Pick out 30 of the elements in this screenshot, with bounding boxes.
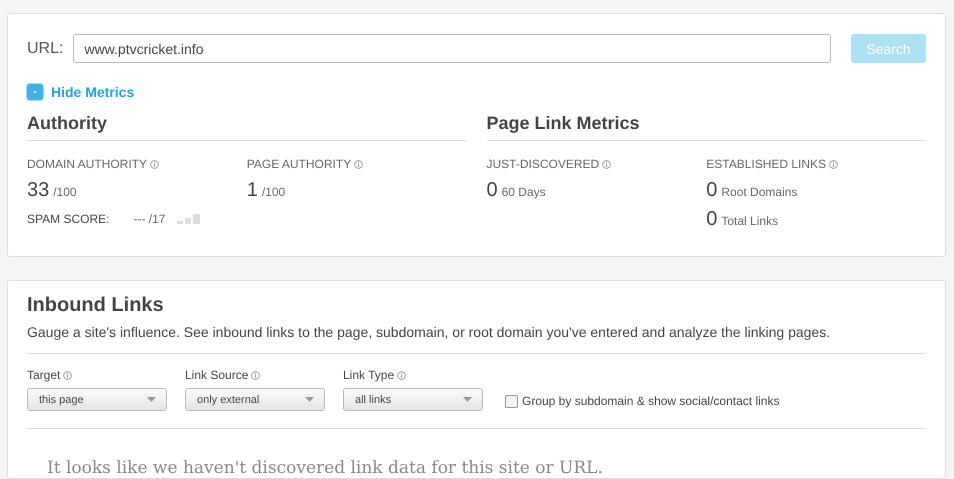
filter-label: Link Type xyxy=(343,368,394,382)
filter-dropdown[interactable]: only external xyxy=(185,388,325,411)
filter-label: Target xyxy=(27,368,60,382)
spam-score-label: SPAM SCORE: xyxy=(27,212,110,226)
section-heading: Authority xyxy=(27,113,466,141)
metric-value: 0 xyxy=(706,208,718,231)
metric-label: ESTABLISHED LINKS xyxy=(706,157,826,171)
metric-value: 0 xyxy=(486,179,498,202)
metric-unit: /100 xyxy=(53,185,77,199)
filter-dropdown[interactable]: this page xyxy=(27,388,167,411)
metric-value: 33 xyxy=(27,179,50,202)
metric-unit: /100 xyxy=(262,185,286,199)
metric-label: JUST-DISCOVERED xyxy=(486,157,600,171)
metric-unit: Root Domains xyxy=(721,185,798,199)
url-field[interactable]: www.ptvcricket.info xyxy=(73,34,831,63)
metric-label: PAGE AUTHORITY xyxy=(246,157,352,171)
metric-label: DOMAIN AUTHORITY xyxy=(27,157,148,171)
section-heading: Page Link Metrics xyxy=(486,113,926,141)
description-text: Gauge a site's influence. See inbound links to the page, subdomain, or root domain you've entered and analyze the linking pages. xyxy=(27,324,832,340)
metric-value: 0 xyxy=(706,179,718,202)
filter-dropdown[interactable]: all links xyxy=(343,388,483,411)
empty-message: It looks like we haven't discovered link data for this site or URL. xyxy=(47,458,604,478)
checkbox-label: Group by subdomain & show social/contact links xyxy=(522,394,780,408)
metric-unit: 60 Days xyxy=(502,185,546,199)
url-label: URL: xyxy=(27,40,64,58)
spam-score-value: --- /17 xyxy=(133,212,166,226)
inbound-links-heading: Inbound Links xyxy=(27,294,165,317)
metric-unit: Total Links xyxy=(721,214,778,228)
filter-label: Link Source xyxy=(185,368,248,382)
metric-value: 1 xyxy=(246,179,258,202)
